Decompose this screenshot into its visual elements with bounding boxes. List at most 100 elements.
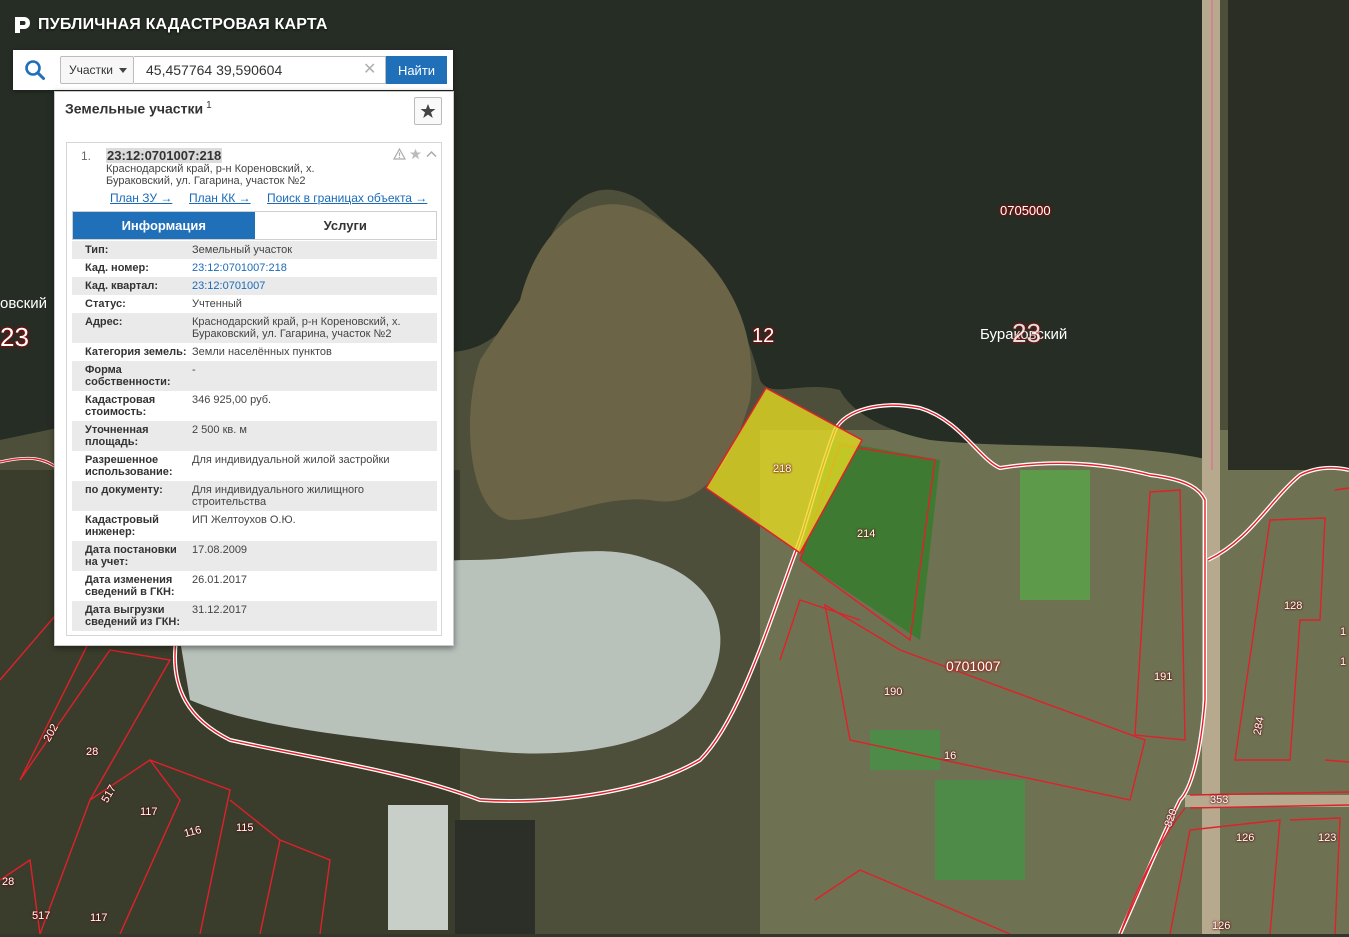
info-value: 17.08.2009 bbox=[192, 544, 248, 556]
info-value: Земли населённых пунктов bbox=[192, 346, 332, 358]
info-row: Категория земель: Земли населённых пункто… bbox=[72, 343, 437, 361]
app-title: ПУБЛИЧНАЯ КАДАСТРОВАЯ КАРТА bbox=[12, 12, 328, 38]
info-value: Краснодарский край, р-н Кореновский, х. … bbox=[192, 316, 401, 340]
green-field-4 bbox=[870, 730, 940, 770]
plot-label[interactable]: 117 bbox=[90, 912, 108, 924]
plot-label[interactable]: 117 bbox=[140, 806, 158, 818]
info-key: Статус: bbox=[85, 298, 126, 310]
info-key: Разрешенное использование: bbox=[85, 454, 173, 478]
search-input[interactable] bbox=[134, 56, 386, 84]
center-region-number: 12 bbox=[752, 325, 775, 347]
plot-label-selected[interactable]: 218 bbox=[773, 463, 791, 475]
plot-label[interactable]: 28 bbox=[86, 746, 98, 758]
plot-label[interactable]: 28 bbox=[2, 876, 14, 888]
plot-label[interactable]: 128 bbox=[1284, 600, 1302, 612]
info-value: 31.12.2017 bbox=[192, 604, 248, 616]
plot-label[interactable]: 16 bbox=[944, 750, 956, 762]
info-key: Уточненная площадь: bbox=[85, 424, 149, 448]
info-value: 346 925,00 руб. bbox=[192, 394, 272, 406]
result-card: 1. 23:12:0701007:218 Краснодарский край,… bbox=[66, 142, 442, 636]
star-icon bbox=[420, 104, 436, 118]
info-value[interactable]: 23:12:0701007:218 bbox=[192, 262, 437, 274]
info-key: Адрес: bbox=[85, 316, 123, 328]
plan-zu-link[interactable]: План ЗУ → bbox=[110, 191, 172, 205]
plot-label[interactable]: 1 bbox=[1340, 626, 1346, 638]
info-key: по документу: bbox=[85, 484, 163, 496]
find-button[interactable]: Найти bbox=[386, 56, 447, 84]
result-index: 1. bbox=[81, 149, 92, 163]
chevron-down-icon bbox=[119, 67, 127, 73]
search-in-bounds-link[interactable]: Поиск в границах объекта → bbox=[267, 191, 427, 205]
plan-kk-link[interactable]: План КК → bbox=[189, 191, 251, 205]
results-panel: Земельные участки 1 1. 23:12:0701007:218 … bbox=[54, 91, 454, 646]
tab-information[interactable]: Информация bbox=[73, 212, 255, 239]
info-row: Дата изменения сведений в ГКН: 26.01.2017 bbox=[72, 571, 437, 601]
star-icon[interactable] bbox=[409, 148, 422, 160]
info-value: Для индивидуальной жилой застройки bbox=[192, 454, 390, 466]
plot-label[interactable]: 126 bbox=[1236, 832, 1254, 844]
app-title-text: ПУБЛИЧНАЯ КАДАСТРОВАЯ КАРТА bbox=[38, 16, 328, 33]
info-table: Тип: Земельный участок Кад. номер: 23:12:07… bbox=[72, 241, 437, 631]
info-key: Дата постановки на учет: bbox=[85, 544, 177, 568]
info-row: Кадастровая стоимость: 346 925,00 руб. bbox=[72, 391, 437, 421]
info-key: Дата выгрузки сведений из ГКН: bbox=[85, 604, 181, 628]
info-value: Учтенный bbox=[192, 298, 242, 310]
card-actions bbox=[393, 148, 438, 160]
info-key: Кадастровая стоимость: bbox=[85, 394, 156, 418]
info-key: Дата изменения сведений в ГКН: bbox=[85, 574, 175, 598]
green-field-2 bbox=[1020, 470, 1090, 600]
info-row: Форма собственности: - bbox=[72, 361, 437, 391]
result-address: Краснодарский край, р-н Кореновский, х. … bbox=[106, 163, 315, 187]
favorites-button[interactable] bbox=[414, 97, 442, 125]
rosreestr-logo-icon bbox=[15, 17, 30, 33]
info-value: Для индивидуального жилищного строительс… bbox=[192, 484, 365, 508]
info-key: Категория земель: bbox=[85, 346, 187, 358]
info-row: по документу: Для индивидуального жилищно… bbox=[72, 481, 437, 511]
water-area-east bbox=[1228, 0, 1349, 470]
info-key: Тип: bbox=[85, 244, 109, 256]
info-row: Адрес: Краснодарский край, р-н Кореновски… bbox=[72, 313, 437, 343]
info-value: 26.01.2017 bbox=[192, 574, 248, 586]
info-row: Тип: Земельный участок bbox=[72, 241, 437, 259]
info-key: Кад. номер: bbox=[85, 262, 149, 274]
result-tabs: Информация Услуги bbox=[72, 211, 437, 240]
search-bar: Участки ✕ Найти bbox=[13, 50, 453, 90]
warning-icon[interactable] bbox=[393, 148, 406, 160]
info-row: Дата выгрузки сведений из ГКН: 31.12.2017 bbox=[72, 601, 437, 631]
plot-label[interactable]: 191 bbox=[1154, 671, 1172, 683]
info-value: ИП Желтоухов О.Ю. bbox=[192, 514, 296, 526]
tab-services[interactable]: Услуги bbox=[254, 212, 436, 239]
plot-label[interactable]: 353 bbox=[1210, 794, 1228, 806]
plot-label[interactable]: 214 bbox=[857, 528, 875, 540]
info-key: Кадастровый инженер: bbox=[85, 514, 159, 538]
chevron-up-icon[interactable] bbox=[425, 148, 438, 160]
info-row: Дата постановки на учет: 17.08.2009 bbox=[72, 541, 437, 571]
info-key: Форма собственности: bbox=[85, 364, 171, 388]
plot-label[interactable]: 126 bbox=[1212, 920, 1230, 932]
info-value: 2 500 кв. м bbox=[192, 424, 247, 436]
quarter-label-north: 0705000 bbox=[1000, 203, 1051, 218]
search-type-select[interactable]: Участки bbox=[60, 56, 134, 84]
info-row: Статус: Учтенный bbox=[72, 295, 437, 313]
plot-label[interactable]: 517 bbox=[32, 910, 50, 922]
plot-label[interactable]: 115 bbox=[236, 822, 254, 834]
village-region-number: 23 bbox=[1012, 318, 1041, 348]
search-type-value: Участки bbox=[69, 63, 113, 77]
dark-plot bbox=[455, 820, 535, 934]
info-row: Разрешенное использование: Для индивидуал… bbox=[72, 451, 437, 481]
plot-label[interactable]: 123 bbox=[1318, 832, 1336, 844]
greenhouses bbox=[388, 805, 448, 930]
panel-title: Земельные участки 1 bbox=[65, 100, 212, 117]
search-icon[interactable] bbox=[24, 59, 46, 81]
close-icon[interactable]: ✕ bbox=[363, 61, 376, 79]
results-count: 1 bbox=[206, 100, 212, 111]
plot-label[interactable]: 1 bbox=[1340, 656, 1346, 668]
result-cad-number[interactable]: 23:12:0701007:218 bbox=[106, 148, 223, 163]
info-value[interactable]: 23:12:0701007 bbox=[192, 280, 437, 292]
info-key: Кад. квартал: bbox=[85, 280, 159, 292]
plot-label[interactable]: 190 bbox=[884, 686, 902, 698]
info-row: Кад. квартал: 23:12:0701007 bbox=[72, 277, 437, 295]
info-row: Уточненная площадь: 2 500 кв. м bbox=[72, 421, 437, 451]
info-row: Кад. номер: 23:12:0701007:218 bbox=[72, 259, 437, 277]
info-value: - bbox=[192, 364, 196, 376]
